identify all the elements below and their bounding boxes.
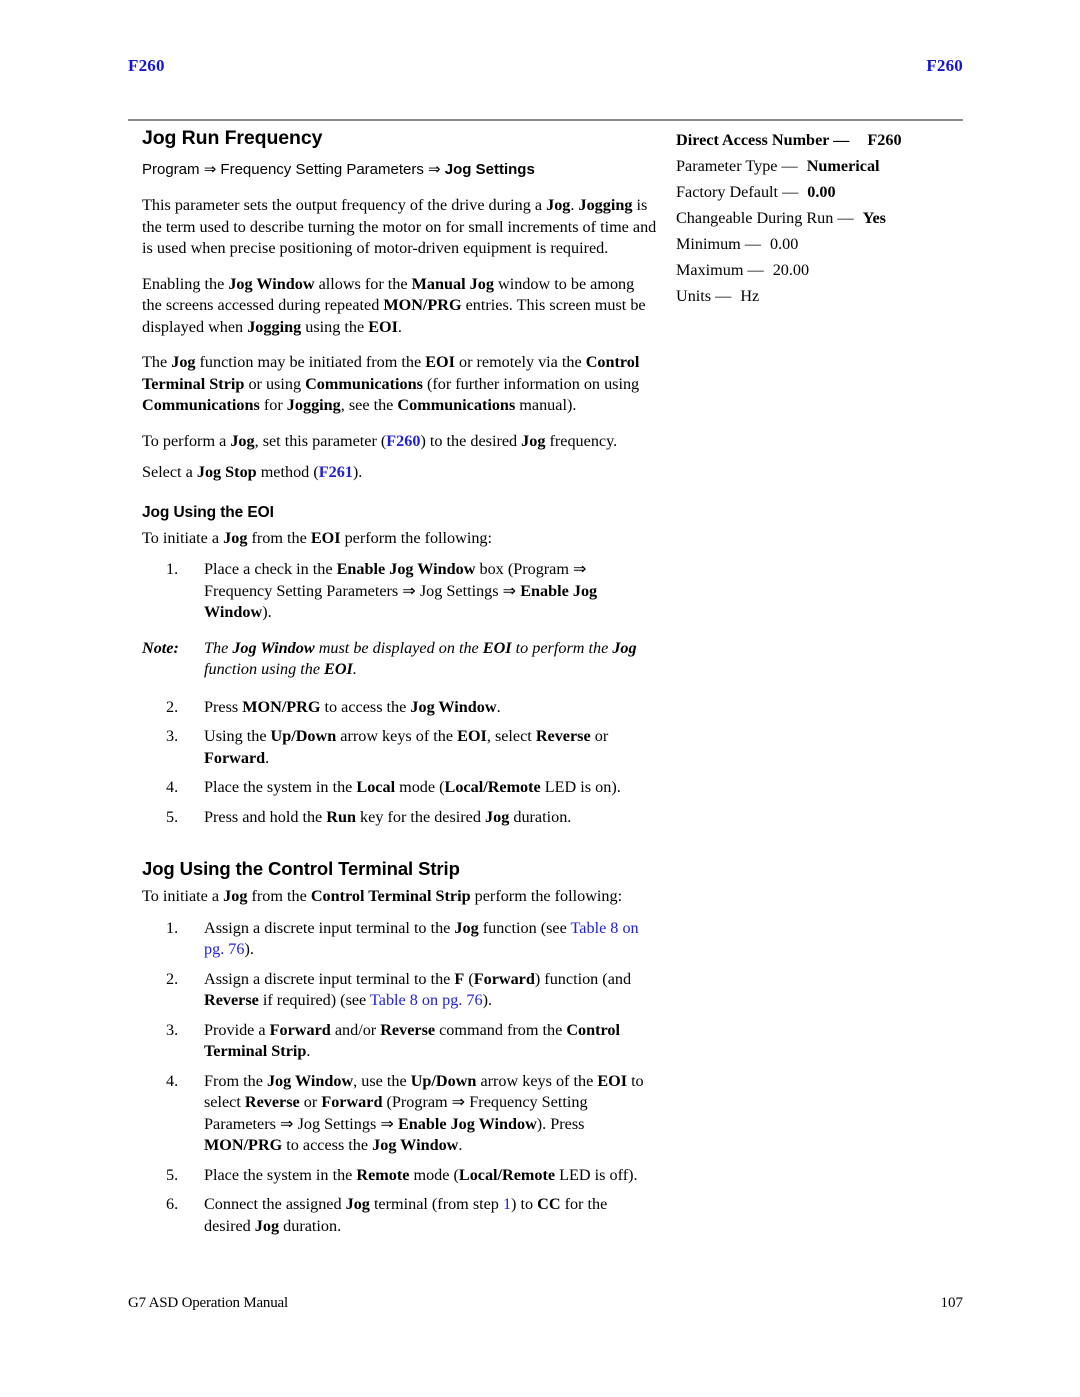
list-item-number: 2. [166,697,179,716]
list-item: 3. Using the Up/Down arrow keys of the EO… [142,726,658,769]
footer-manual-title: G7 ASD Operation Manual [128,1295,288,1311]
parameter-spec-label: Maximum — [676,261,764,279]
list-item-number: 3. [166,1020,179,1039]
parameter-spec-row: Changeable During Run — Yes [676,205,966,231]
paragraph: Select a Jog Stop method (F261). [142,463,363,481]
parameter-spec-value: Yes [862,209,886,227]
list-item-number: 3. [166,727,179,745]
list-item-number: 5. [166,1165,179,1184]
list-item-text: Provide a Forward and/or Reverse command… [204,1020,620,1061]
note-label: Note: [142,638,179,657]
parameter-spec-row: Factory Default — 0.00 [676,179,966,205]
cross-reference-link[interactable]: F260 [386,432,420,450]
document-page: F260 F260 Jog Run Frequency Program ⇒ Fr… [0,0,1080,1397]
section-jog-using-eoi: Jog Using the EOI To initiate a Jog from… [142,504,658,829]
parameter-spec-row: Minimum — 0.00 [676,231,966,257]
parameter-spec-column: Direct Access Number — F260 Parameter Type… [676,127,966,309]
list-item-text: Press and hold the Run key for the desir… [204,807,572,826]
paragraph: Enabling the Jog Window allows for the M… [142,274,646,336]
list-item-number: 6. [166,1195,179,1213]
section-intro: To initiate a Jog from the EOI perform t… [142,528,493,547]
footer-page-number: 107 [940,1295,964,1311]
section-heading: Jog Using the Control Terminal Strip [142,858,460,879]
step-list-cts: 1. Assign a discrete input terminal to th… [142,918,658,1238]
parameter-spec-label: Direct Access Number — [676,131,850,149]
parameter-spec-label: Factory Default — [676,183,799,201]
section-intro: To initiate a Jog from the Control Termi… [142,887,623,905]
breadcrumb-part-3: Jog Settings [440,161,535,178]
list-item-number: 1. [166,560,179,578]
step-list-eoi-part2: 2. Press MON/PRG to access the Jog Window… [142,697,658,829]
list-item-text: From the Jog Window, use the Up/Down arr… [204,1071,644,1155]
list-item-text: Connect the assigned Jog terminal (from … [204,1195,608,1235]
page-footer: G7 ASD Operation Manual 107 [128,1295,963,1312]
cross-reference-link[interactable]: F261 [319,463,353,481]
parameter-spec-value: F260 [867,131,902,149]
breadcrumb-part-2: Frequency Setting Parameters [216,161,429,178]
list-item: 1. Assign a discrete input terminal to th… [142,918,658,961]
parameter-spec-label: Changeable During Run — [676,209,854,227]
parameter-spec-row: Direct Access Number — F260 [676,127,966,153]
list-item-text: Place the system in the Local mode (Loca… [204,778,621,796]
list-item: 5. Press and hold the Run key for the des… [142,807,658,829]
list-item: 2. Assign a discrete input terminal to th… [142,969,658,1012]
running-head-right: F260 [926,56,963,75]
step-list-eoi-part1: 1. Place a check in the Enable Jog Window… [142,559,658,624]
list-item: 3. Provide a Forward and/or Reverse comma… [142,1020,658,1063]
parameter-spec-value: 20.00 [772,261,810,279]
list-item-text: Assign a discrete input terminal to the … [204,969,632,1010]
parameter-spec-value: Numerical [806,157,880,175]
cross-reference-link[interactable]: 1 [503,1195,511,1213]
list-item-text: Press MON/PRG to access the Jog Window. [204,697,501,716]
page-title: Jog Run Frequency [142,127,323,149]
parameter-spec-value: 0.00 [770,235,799,253]
parameter-spec-list: Direct Access Number — F260 Parameter Type… [676,127,966,309]
parameter-spec-value: 0.00 [807,183,836,201]
paragraph: To perform a Jog, set this parameter (F2… [142,431,618,450]
list-item-number: 1. [166,918,179,937]
list-item: 6. Connect the assigned Jog terminal (fro… [142,1194,658,1237]
list-item-number: 4. [166,1071,179,1090]
list-item: 5. Place the system in the Remote mode (L… [142,1165,658,1187]
parameter-spec-value: Hz [740,287,760,305]
intro-paragraph-group: This parameter sets the output frequency… [142,195,658,484]
list-item-number: 2. [166,969,179,988]
section-heading: Jog Using the EOI [142,503,274,521]
running-head: F260 F260 [128,56,963,76]
list-item-text: Assign a discrete input terminal to the … [204,918,639,959]
list-item-text: Using the Up/Down arrow keys of the EOI,… [204,727,609,767]
main-content-column: Jog Run Frequency Program ⇒ Frequency Se… [142,127,658,1245]
breadcrumb-part-1: Program [142,161,204,178]
parameter-spec-label: Minimum — [676,235,761,253]
parameter-spec-row: Maximum — 20.00 [676,257,966,283]
breadcrumb-arrow-icon-1: ⇒ [203,161,217,178]
cross-reference-link[interactable]: Table 8 on pg. 76 [370,991,483,1009]
breadcrumb: Program ⇒ Frequency Setting Parameters ⇒… [142,160,658,178]
header-divider-rule [128,119,963,121]
parameter-spec-row: Parameter Type — Numerical [676,153,966,179]
list-item-text: Place the system in the Remote mode (Loc… [204,1165,638,1184]
list-item: 4. Place the system in the Local mode (Lo… [142,777,658,799]
list-item: 4. From the Jog Window, use the Up/Down a… [142,1071,658,1157]
note-block: Note: The Jog Window must be displayed o… [142,638,658,681]
section-jog-using-control-terminal-strip: Jog Using the Control Terminal Strip To … [142,858,658,1237]
paragraph: This parameter sets the output frequency… [142,196,657,257]
parameter-spec-row: Units — Hz [676,283,966,309]
running-head-left: F260 [128,56,165,75]
list-item-number: 5. [166,807,179,826]
note-text: The Jog Window must be displayed on the … [204,638,637,679]
parameter-spec-label: Units — [676,287,732,305]
breadcrumb-arrow-icon-2: ⇒ [428,161,441,178]
list-item: 2. Press MON/PRG to access the Jog Window… [142,697,658,719]
list-item-text: Place a check in the Enable Jog Window b… [204,560,598,621]
paragraph: The Jog function may be initiated from t… [142,353,640,414]
list-item-number: 4. [166,778,179,796]
list-item: 1. Place a check in the Enable Jog Window… [142,559,658,624]
parameter-spec-label: Parameter Type — [676,157,798,175]
